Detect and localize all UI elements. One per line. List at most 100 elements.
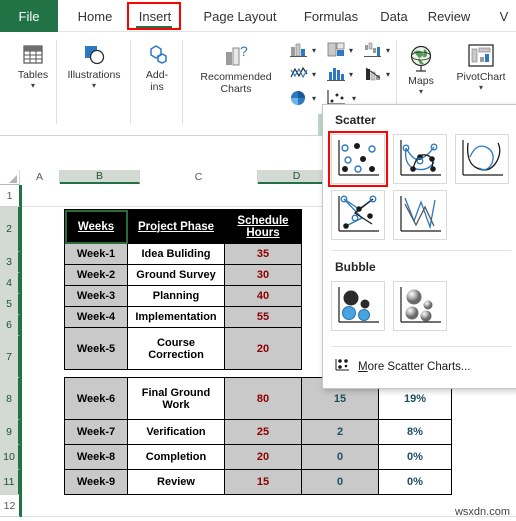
cell-schedule[interactable]: 55: [224, 306, 302, 328]
tab-data[interactable]: Data: [370, 0, 418, 32]
combo-chart-icon[interactable]: [362, 64, 384, 84]
chevron-down-icon[interactable]: ▾: [349, 46, 353, 55]
bubble-chart-icon[interactable]: [331, 281, 385, 331]
statistic-chart-icon[interactable]: [325, 64, 347, 84]
cell-schedule[interactable]: 30: [224, 264, 302, 286]
cell-phase[interactable]: Ground Survey: [127, 264, 225, 286]
cell-week[interactable]: Week-1: [64, 243, 128, 265]
cell-week[interactable]: Week-7: [64, 419, 128, 445]
column-header-b-label: B: [95, 170, 103, 182]
cell-phase[interactable]: Course Correction: [127, 327, 225, 370]
header-schedule-hours[interactable]: Schedule Hours: [224, 209, 302, 244]
cell-percent[interactable]: 0%: [378, 444, 452, 470]
ribbon-button-maps[interactable]: Maps ▾: [398, 42, 444, 95]
row-header-2[interactable]: 2: [0, 207, 20, 252]
header-weeks[interactable]: Weeks: [64, 209, 128, 244]
chevron-down-icon[interactable]: ▾: [312, 46, 316, 55]
cell-phase[interactable]: Completion: [127, 444, 225, 470]
more-scatter-charts-item[interactable]: More Scatter Charts...: [333, 357, 471, 376]
row-header-4[interactable]: 4: [0, 273, 20, 294]
scatter-smooth-markers-icon[interactable]: [393, 134, 447, 184]
chevron-down-icon[interactable]: ▾: [92, 81, 96, 89]
bubble-3d-chart-icon[interactable]: [393, 281, 447, 331]
tab-home[interactable]: Home: [66, 0, 124, 32]
tab-page-layout[interactable]: Page Layout: [188, 0, 292, 32]
waterfall-chart-icon[interactable]: [362, 40, 384, 60]
cell-schedule[interactable]: 25: [224, 419, 302, 445]
scatter-straight-markers-icon[interactable]: [331, 190, 385, 240]
tab-review[interactable]: Review: [418, 0, 480, 32]
row-header-6[interactable]: 6: [0, 315, 20, 336]
chevron-down-icon[interactable]: ▾: [386, 70, 390, 79]
cell-week[interactable]: Week-9: [64, 469, 128, 495]
cell-phase[interactable]: Implementation: [127, 306, 225, 328]
row-header-1[interactable]: 1: [0, 185, 20, 207]
row-header-5[interactable]: 5: [0, 294, 20, 315]
cell-phase[interactable]: Verification: [127, 419, 225, 445]
scatter-straight-lines-icon[interactable]: [393, 190, 447, 240]
line-chart-icon[interactable]: [288, 64, 310, 84]
cell-schedule[interactable]: 20: [224, 327, 302, 370]
cell-week[interactable]: Week-6: [64, 377, 128, 420]
table-icon: [18, 40, 48, 70]
ribbon-button-recommended-charts[interactable]: ? Recommended Charts: [190, 42, 282, 95]
recommended-charts-icon: ?: [218, 42, 254, 72]
tab-formulas[interactable]: Formulas: [292, 0, 370, 32]
row-header-9[interactable]: 9: [0, 420, 20, 445]
cell-actual[interactable]: 0: [301, 469, 379, 495]
row-header-3[interactable]: 3: [0, 252, 20, 273]
chevron-down-icon[interactable]: ▾: [312, 70, 316, 79]
scatter-smooth-lines-icon[interactable]: [455, 134, 509, 184]
cell-percent[interactable]: 0%: [378, 469, 452, 495]
row-header-2-label: 2: [6, 223, 12, 235]
select-all-corner[interactable]: [0, 170, 20, 185]
ribbon-button-tables[interactable]: Tables ▾: [6, 40, 60, 89]
ribbon-button-addins[interactable]: Add- ins: [134, 40, 180, 93]
cell-schedule[interactable]: 80: [224, 377, 302, 420]
column-header-c[interactable]: C: [140, 170, 258, 184]
tab-view[interactable]: V: [494, 0, 514, 32]
maps-globe-icon: [404, 42, 438, 76]
cell-percent[interactable]: 8%: [378, 419, 452, 445]
column-header-a[interactable]: A: [20, 170, 60, 184]
cell-phase[interactable]: Planning: [127, 285, 225, 307]
cell-actual[interactable]: 2: [301, 419, 379, 445]
row-header-10[interactable]: 10: [0, 445, 20, 470]
cell-week[interactable]: Week-2: [64, 264, 128, 286]
column-header-b[interactable]: B: [60, 170, 140, 184]
cell-phase[interactable]: Idea Buliding: [127, 243, 225, 265]
chevron-down-icon[interactable]: ▾: [386, 46, 390, 55]
row-header-11[interactable]: 11: [0, 470, 20, 495]
chevron-down-icon[interactable]: ▾: [479, 83, 483, 91]
cell-schedule[interactable]: 35: [224, 243, 302, 265]
ribbon-button-pivotchart[interactable]: PivotChart ▾: [448, 42, 514, 91]
cell-week[interactable]: Week-3: [64, 285, 128, 307]
cell-schedule[interactable]: 15: [224, 469, 302, 495]
addins-icon: [142, 40, 172, 70]
chevron-down-icon[interactable]: ▾: [349, 70, 353, 79]
cell-week[interactable]: Week-8: [64, 444, 128, 470]
cell-phase[interactable]: Review: [127, 469, 225, 495]
row-header-8[interactable]: 8: [0, 378, 20, 420]
column-chart-icon[interactable]: [288, 40, 310, 60]
header-project-phase[interactable]: Project Phase: [127, 209, 225, 244]
cell-week[interactable]: Week-4: [64, 306, 128, 328]
cell-actual[interactable]: 0: [301, 444, 379, 470]
chevron-down-icon[interactable]: ▾: [352, 94, 356, 103]
chevron-down-icon[interactable]: ▾: [419, 87, 423, 95]
ribbon-button-illustrations[interactable]: Illustrations ▾: [60, 40, 128, 89]
row-header-8-label: 8: [6, 392, 12, 405]
chevron-down-icon[interactable]: ▾: [31, 81, 35, 89]
cell-phase[interactable]: Final Ground Work: [127, 377, 225, 420]
hierarchy-chart-icon[interactable]: [325, 40, 347, 60]
tab-file[interactable]: File: [0, 0, 58, 32]
chevron-down-icon[interactable]: ▾: [312, 94, 316, 103]
pie-chart-icon[interactable]: [288, 88, 310, 108]
project-schedule-table: Weeks Project Phase Schedule Hours Week-…: [64, 209, 302, 370]
cell-schedule[interactable]: 20: [224, 444, 302, 470]
cell-schedule[interactable]: 40: [224, 285, 302, 307]
row-header-12[interactable]: 12: [0, 495, 20, 517]
table-row: Week-9 Review 15 0 0%: [64, 469, 452, 495]
row-header-7[interactable]: 7: [0, 336, 20, 378]
cell-week[interactable]: Week-5: [64, 327, 128, 370]
